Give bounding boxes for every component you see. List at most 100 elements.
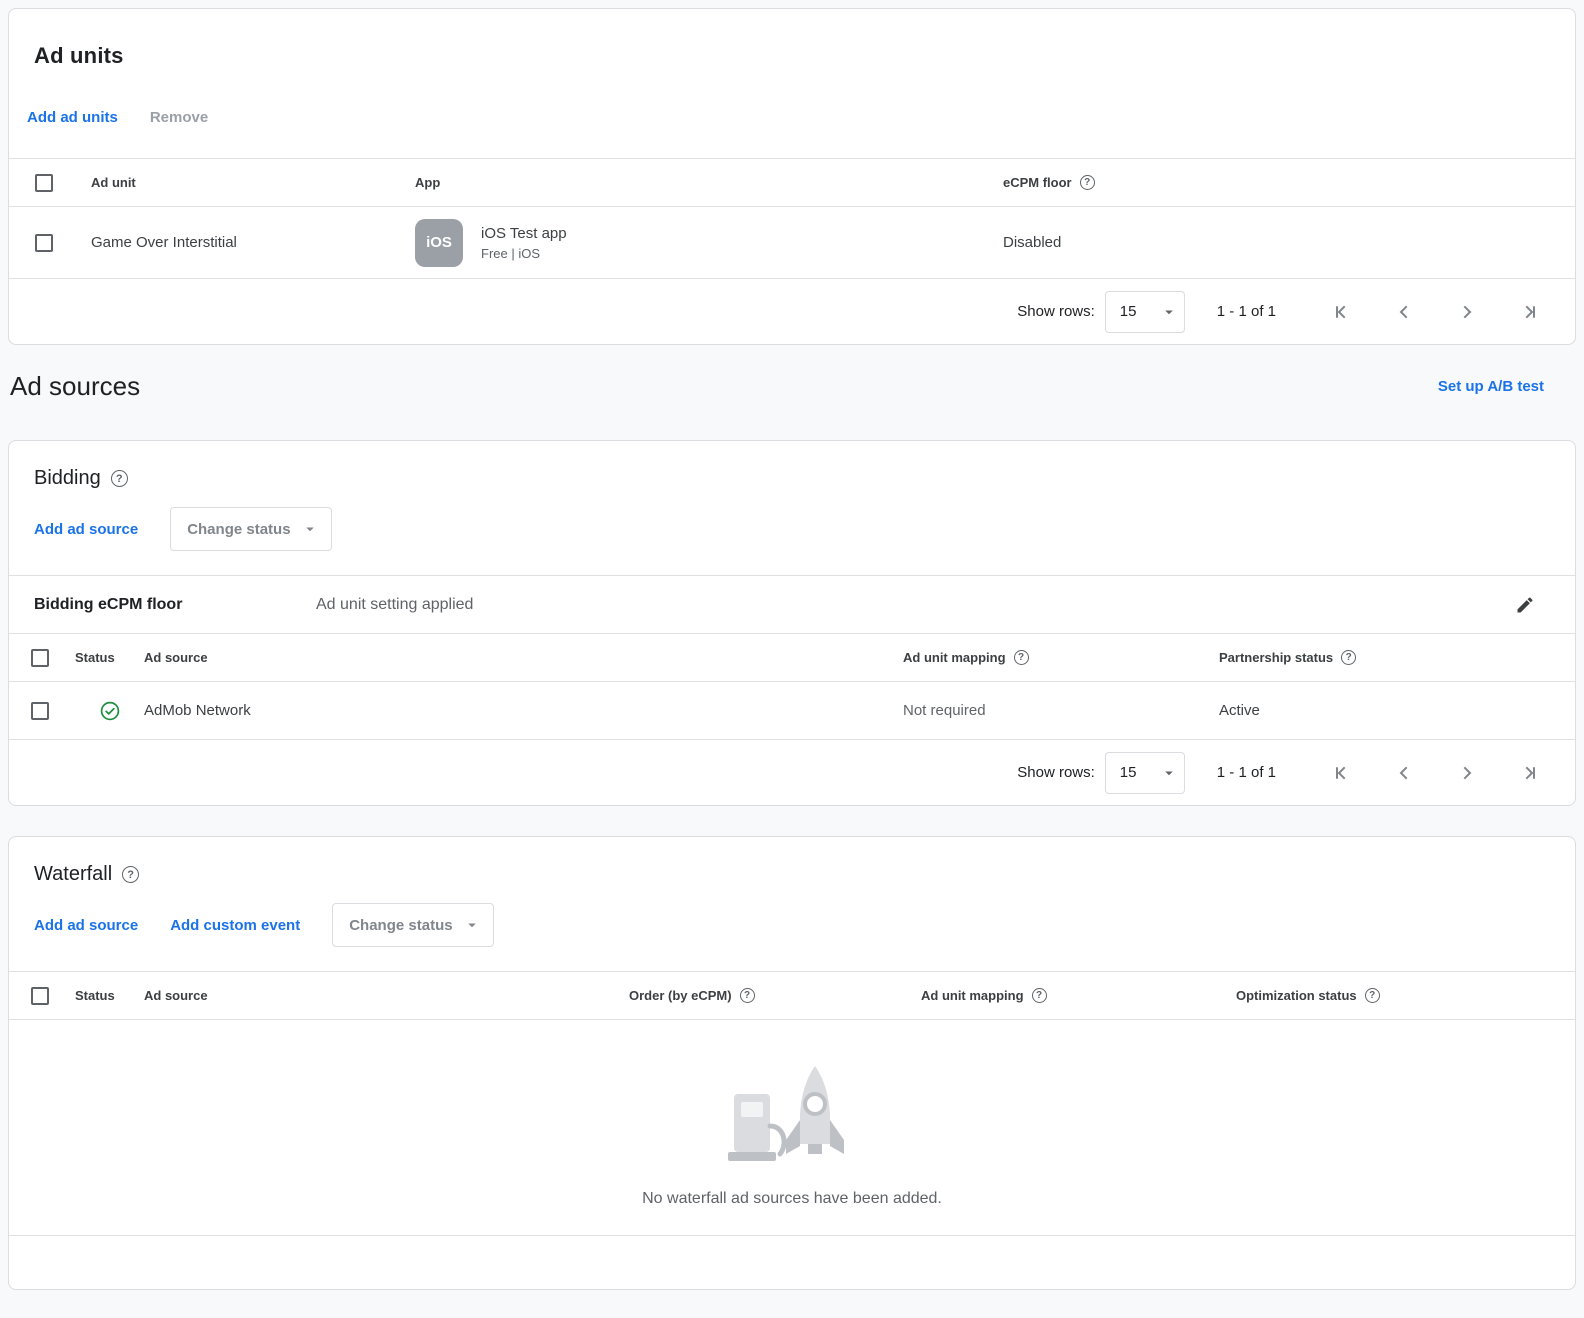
bidding-table-row[interactable]: AdMob Network Not required Active: [9, 681, 1575, 739]
mediation-page: Ad units Add ad units Remove Ad unit App…: [0, 8, 1584, 1290]
ad-source-name: AdMob Network: [144, 702, 903, 719]
order-by-ecpm-help-icon[interactable]: [740, 988, 755, 1003]
ad-units-title: Ad units: [9, 9, 1575, 69]
ad-units-card: Ad units Add ad units Remove Ad unit App…: [8, 8, 1576, 345]
chevron-down-icon: [301, 520, 319, 538]
previous-page-button[interactable]: [1392, 300, 1416, 324]
show-rows-label: Show rows:: [1017, 303, 1095, 320]
add-custom-event-link[interactable]: Add custom event: [170, 917, 300, 934]
bidding-pagination: Show rows: 15 1 - 1 of 1: [9, 739, 1575, 805]
waterfall-actions: Add ad source Add custom event Change st…: [9, 886, 1575, 971]
select-all-ad-units-checkbox[interactable]: [35, 174, 53, 192]
bidding-row-checkbox[interactable]: [31, 702, 49, 720]
column-ad-source: Ad source: [144, 988, 629, 1003]
ad-unit-name: Game Over Interstitial: [91, 234, 415, 251]
rows-per-page-select[interactable]: 15: [1105, 752, 1185, 794]
add-ad-units-link[interactable]: Add ad units: [27, 109, 118, 126]
ad-unit-mapping-help-icon[interactable]: [1014, 650, 1029, 665]
column-order-by-ecpm-label: Order (by eCPM): [629, 988, 732, 1003]
ad-units-table-header: Ad unit App eCPM floor: [9, 158, 1575, 206]
app-names: iOS Test app Free | iOS: [481, 225, 567, 261]
waterfall-ad-unit-mapping-help-icon[interactable]: [1032, 988, 1047, 1003]
app-name: iOS Test app: [481, 225, 567, 242]
waterfall-title-label: Waterfall: [34, 863, 112, 886]
partnership-status-value: Active: [1219, 702, 1575, 719]
setup-ab-test-link[interactable]: Set up A/B test: [1438, 378, 1544, 395]
chevron-left-icon: [1392, 761, 1416, 785]
waterfall-footer: [9, 1235, 1575, 1289]
column-ad-unit-mapping-label: Ad unit mapping: [903, 650, 1006, 665]
bidding-add-ad-source-link[interactable]: Add ad source: [34, 521, 138, 538]
first-page-button[interactable]: [1329, 300, 1353, 324]
select-all-cell: [9, 649, 75, 667]
remove-ad-units-link[interactable]: Remove: [150, 109, 208, 126]
pagination-nav: [1329, 761, 1542, 785]
ad-sources-title: Ad sources: [10, 371, 140, 402]
waterfall-add-ad-source-link[interactable]: Add ad source: [34, 917, 138, 934]
column-status: Status: [75, 650, 144, 665]
ad-units-actions: Add ad units Remove: [9, 69, 1575, 158]
next-page-button[interactable]: [1455, 300, 1479, 324]
column-ad-source: Ad source: [144, 650, 903, 665]
column-status: Status: [75, 988, 144, 1003]
column-partnership-status-label: Partnership status: [1219, 650, 1333, 665]
bidding-ecpm-floor-value: Ad unit setting applied: [316, 596, 1515, 614]
ios-app-icon: iOS: [415, 219, 463, 267]
waterfall-title: Waterfall: [9, 837, 1575, 886]
ad-unit-mapping-value: Not required: [903, 702, 1219, 719]
select-all-waterfall-checkbox[interactable]: [31, 987, 49, 1005]
last-page-icon: [1518, 300, 1542, 324]
chevron-down-icon: [1160, 303, 1178, 321]
column-ad-unit-mapping-label: Ad unit mapping: [921, 988, 1024, 1003]
ecpm-floor-value: Disabled: [1003, 234, 1575, 251]
ad-unit-table-row[interactable]: Game Over Interstitial iOS iOS Test app …: [9, 206, 1575, 278]
ad-sources-header: Ad sources Set up A/B test: [10, 371, 1544, 402]
optimization-status-help-icon[interactable]: [1365, 988, 1380, 1003]
column-ecpm-floor: eCPM floor: [1003, 175, 1575, 190]
select-all-cell: [9, 987, 75, 1005]
ad-units-pagination: Show rows: 15 1 - 1 of 1: [9, 278, 1575, 344]
bidding-card: Bidding Add ad source Change status Bidd…: [8, 440, 1576, 806]
waterfall-change-status-button[interactable]: Change status: [332, 903, 493, 947]
partnership-status-help-icon[interactable]: [1341, 650, 1356, 665]
bidding-table-header: Status Ad source Ad unit mapping Partner…: [9, 633, 1575, 681]
page-range: 1 - 1 of 1: [1217, 303, 1276, 320]
app-meta: Free | iOS: [481, 246, 567, 261]
last-page-button[interactable]: [1518, 761, 1542, 785]
waterfall-empty-state: No waterfall ad sources have been added.: [9, 1019, 1575, 1235]
column-ad-unit: Ad unit: [91, 175, 415, 190]
status-cell: [75, 701, 144, 721]
first-page-icon: [1329, 761, 1353, 785]
chevron-right-icon: [1455, 300, 1479, 324]
bidding-ecpm-floor-row: Bidding eCPM floor Ad unit setting appli…: [9, 575, 1575, 633]
column-app: App: [415, 175, 1003, 190]
next-page-button[interactable]: [1455, 761, 1479, 785]
ecpm-floor-help-icon[interactable]: [1080, 175, 1095, 190]
first-page-button[interactable]: [1329, 761, 1353, 785]
waterfall-change-status-label: Change status: [349, 917, 452, 934]
select-all-bidding-checkbox[interactable]: [31, 649, 49, 667]
edit-ecpm-floor-button[interactable]: [1515, 595, 1535, 615]
bidding-help-icon[interactable]: [111, 470, 128, 487]
app-cell: iOS iOS Test app Free | iOS: [415, 219, 1003, 267]
column-partnership-status: Partnership status: [1219, 650, 1575, 665]
column-optimization-status-label: Optimization status: [1236, 988, 1357, 1003]
rows-per-page-select[interactable]: 15: [1105, 291, 1185, 333]
row-select-cell: [9, 702, 75, 720]
column-ad-unit-mapping: Ad unit mapping: [903, 650, 1219, 665]
column-ad-unit-mapping: Ad unit mapping: [921, 988, 1236, 1003]
chevron-left-icon: [1392, 300, 1416, 324]
waterfall-table-header: Status Ad source Order (by eCPM) Ad unit…: [9, 971, 1575, 1019]
column-order-by-ecpm: Order (by eCPM): [629, 988, 921, 1003]
last-page-button[interactable]: [1518, 300, 1542, 324]
waterfall-card: Waterfall Add ad source Add custom event…: [8, 836, 1576, 1290]
page-range: 1 - 1 of 1: [1217, 764, 1276, 781]
previous-page-button[interactable]: [1392, 761, 1416, 785]
column-optimization-status: Optimization status: [1236, 988, 1575, 1003]
bidding-change-status-button[interactable]: Change status: [170, 507, 331, 551]
last-page-icon: [1518, 761, 1542, 785]
first-page-icon: [1329, 300, 1353, 324]
bidding-title: Bidding: [9, 441, 1575, 490]
ad-unit-row-checkbox[interactable]: [35, 234, 53, 252]
waterfall-help-icon[interactable]: [122, 866, 139, 883]
